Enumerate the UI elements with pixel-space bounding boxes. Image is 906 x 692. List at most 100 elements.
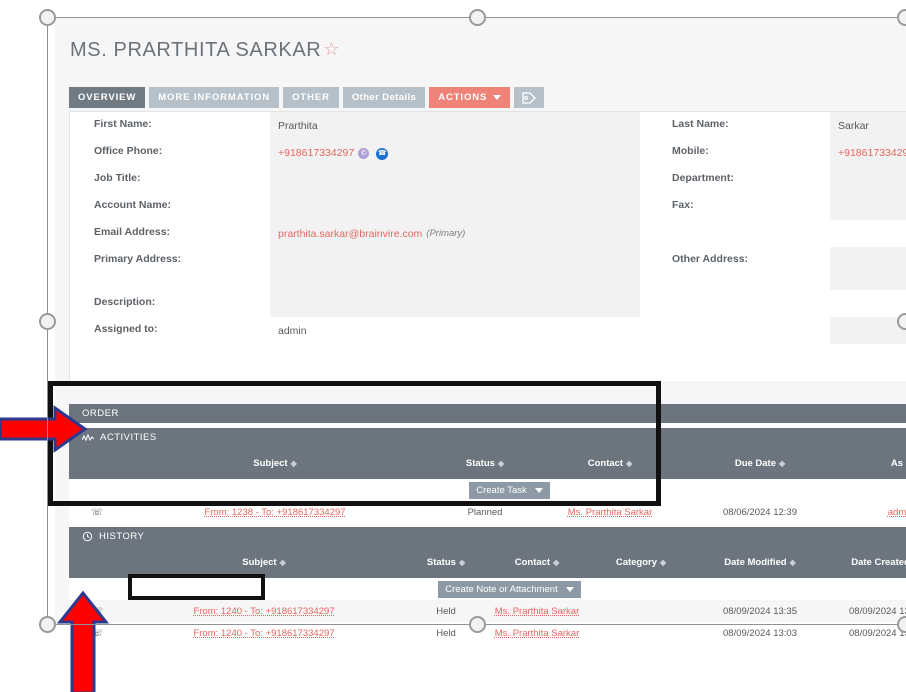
- field-primary-address: Primary Address:: [70, 247, 640, 290]
- history-row-subject[interactable]: From: 1240 - To: +918617334297: [125, 622, 403, 644]
- resize-handle-top-center[interactable]: [469, 9, 486, 26]
- create-note-or-attachment-button[interactable]: Create Note or Attachment: [438, 580, 581, 598]
- office-phone-number[interactable]: +918617334297: [278, 147, 354, 159]
- history-row-contact[interactable]: Ms. Prarthita Sarkar: [489, 622, 585, 644]
- history-col-category[interactable]: Category ◈: [585, 546, 697, 578]
- field-assigned-to-value: admin: [270, 317, 640, 344]
- mobile-phone-number[interactable]: +918617334297: [838, 147, 906, 159]
- tab-other[interactable]: OTHER: [283, 87, 339, 108]
- star-outline-icon[interactable]: ☆: [323, 39, 340, 60]
- history-row-date-modified: 08/09/2024 13:35: [697, 600, 823, 622]
- resize-handle-top-left[interactable]: [39, 9, 56, 26]
- field-gap-2: [640, 290, 906, 317]
- field-fax-value: [830, 193, 906, 220]
- activities-row-subject[interactable]: From: 1238 - To: +918617334297: [125, 501, 425, 523]
- activities-col-status[interactable]: Status ◈: [425, 447, 545, 479]
- tab-other-label: OTHER: [292, 92, 330, 103]
- field-other-address-label: Other Address:: [672, 253, 749, 265]
- create-task-button[interactable]: Create Task: [469, 481, 550, 499]
- section-history-title: HISTORY: [99, 531, 145, 542]
- tab-other-details[interactable]: Other Details: [342, 87, 426, 108]
- activities-col-status-label: Status: [465, 457, 495, 469]
- history-row-subject-link[interactable]: From: 1240 - To: +918617334297: [193, 606, 334, 617]
- history-row-contact[interactable]: Ms. Prarthita Sarkar: [489, 600, 585, 622]
- field-gap-3: [640, 317, 906, 344]
- annotation-arrow-up: [57, 590, 109, 692]
- field-department-value: [830, 166, 906, 193]
- tag-button[interactable]: [514, 87, 545, 108]
- history-col-contact[interactable]: Contact ◈: [489, 546, 585, 578]
- whatsapp-icon[interactable]: ✆: [358, 148, 370, 159]
- history-row-contact-link[interactable]: Ms. Prarthita Sarkar: [495, 606, 579, 617]
- field-email-address-value: prarthita.sarkar@brainvire.com (Primary): [270, 220, 640, 247]
- activities-row-assigned-link[interactable]: adm: [888, 507, 906, 518]
- field-gap-1: [640, 220, 906, 247]
- actions-dropdown-button[interactable]: ACTIONS: [429, 87, 511, 108]
- section-header-order[interactable]: ORDER: [69, 404, 906, 423]
- resize-handle-bottom-center[interactable]: [469, 616, 486, 633]
- field-department-label: Department:: [672, 172, 734, 184]
- tab-more-information[interactable]: MORE INFORMATION: [149, 87, 280, 108]
- tab-overview[interactable]: OVERVIEW: [69, 87, 146, 108]
- activities-col-contact[interactable]: Contact ◈: [545, 447, 675, 479]
- history-col-subject[interactable]: Subject ◈: [125, 546, 403, 578]
- history-col-date-modified[interactable]: Date Modified ◈: [697, 546, 823, 578]
- history-row-subject[interactable]: From: 1240 - To: +918617334297: [125, 600, 403, 622]
- field-email-address: Email Address: prarthita.sarkar@brainvir…: [70, 220, 640, 247]
- sort-icon[interactable]: ◈: [280, 558, 286, 567]
- sort-icon[interactable]: ◈: [779, 459, 785, 468]
- activities-header-row: Subject ◈ Status ◈ Contact ◈ Due Date ◈ As: [69, 447, 906, 479]
- sort-icon[interactable]: ◈: [498, 459, 504, 468]
- field-primary-address-label: Primary Address:: [94, 253, 182, 265]
- field-job-title-value: [270, 166, 640, 193]
- activities-row-contact-link[interactable]: Ms. Prarthita Sarkar: [568, 507, 652, 518]
- history-col-date-created[interactable]: Date Created▼: [823, 546, 906, 578]
- sort-icon[interactable]: ◈: [626, 459, 632, 468]
- table-row[interactable]: ☏ From: 1238 - To: +918617334297 Planned…: [69, 501, 906, 523]
- history-col-status-label: Status: [426, 556, 456, 568]
- table-row[interactable]: ☏ From: 1240 - To: +918617334297 Held Ms…: [69, 622, 906, 644]
- history-row-contact-link[interactable]: Ms. Prarthita Sarkar: [495, 628, 579, 639]
- activities-col-assigned[interactable]: As: [845, 447, 906, 479]
- field-gap-2-value: [830, 290, 906, 317]
- section-header-history[interactable]: HISTORY: [69, 527, 906, 546]
- page-title: MS. PRARTHITA SARKAR ☆: [70, 39, 340, 62]
- sort-icon[interactable]: ◈: [459, 558, 465, 567]
- history-header-row: Subject ◈ Status ◈ Contact ◈ Category ◈ Date…: [69, 546, 906, 578]
- tab-bar: OVERVIEW MORE INFORMATION OTHER Other De…: [69, 87, 545, 108]
- history-col-status[interactable]: Status ◈: [403, 546, 489, 578]
- sort-icon[interactable]: ◈: [553, 558, 559, 567]
- resize-handle-bottom-left[interactable]: [39, 616, 56, 633]
- activities-row-contact[interactable]: Ms. Prarthita Sarkar: [545, 501, 675, 523]
- history-row-subject-link[interactable]: From: 1240 - To: +918617334297: [193, 628, 334, 639]
- activities-row-subject-link[interactable]: From: 1238 - To: +918617334297: [204, 507, 345, 518]
- history-clock-icon: [82, 531, 93, 542]
- field-office-phone: Office Phone: +918617334297 ✆ ☎: [70, 139, 640, 166]
- history-col-date-created-label: Date Created: [851, 556, 906, 568]
- activities-row-due-date: 08/06/2024 12:39: [675, 501, 845, 523]
- field-description: Description:: [70, 290, 640, 317]
- sort-icon[interactable]: ◈: [291, 459, 297, 468]
- table-row[interactable]: ☏ From: 1240 - To: +918617334297 Held Ms…: [69, 600, 906, 622]
- chevron-down-icon: [493, 95, 502, 100]
- related-sections: ORDER ACTIVITIES Subject ◈ Status ◈ Cont…: [69, 404, 906, 644]
- section-header-activities[interactable]: ACTIVITIES: [69, 428, 906, 447]
- field-office-phone-label: Office Phone:: [94, 145, 163, 157]
- email-link[interactable]: prarthita.sarkar@brainvire.com: [278, 228, 422, 240]
- activities-row-assigned[interactable]: adm: [845, 501, 906, 523]
- activities-table: Subject ◈ Status ◈ Contact ◈ Due Date ◈ As C…: [69, 447, 906, 523]
- field-assigned-to-label: Assigned to:: [94, 323, 158, 335]
- sort-icon[interactable]: ◈: [660, 558, 666, 567]
- resize-handle-middle-left[interactable]: [39, 313, 56, 330]
- annotation-arrow-right: [0, 405, 88, 453]
- activities-col-subject[interactable]: Subject ◈: [125, 447, 425, 479]
- field-gap-3-value: [830, 317, 906, 344]
- activities-col-due-date[interactable]: Due Date ◈: [675, 447, 845, 479]
- activities-col-subject-label: Subject: [253, 457, 288, 469]
- activities-col-assigned-label: As: [890, 457, 904, 469]
- activities-toolbar-row: Create Task: [69, 479, 906, 501]
- sort-icon[interactable]: ◈: [790, 558, 796, 567]
- contact-detail-card: MS. PRARTHITA SARKAR ☆ OVERVIEW MORE INFO…: [55, 18, 906, 644]
- call-phone-icon[interactable]: ☎: [376, 147, 389, 160]
- activities-col-contact-label: Contact: [587, 457, 624, 469]
